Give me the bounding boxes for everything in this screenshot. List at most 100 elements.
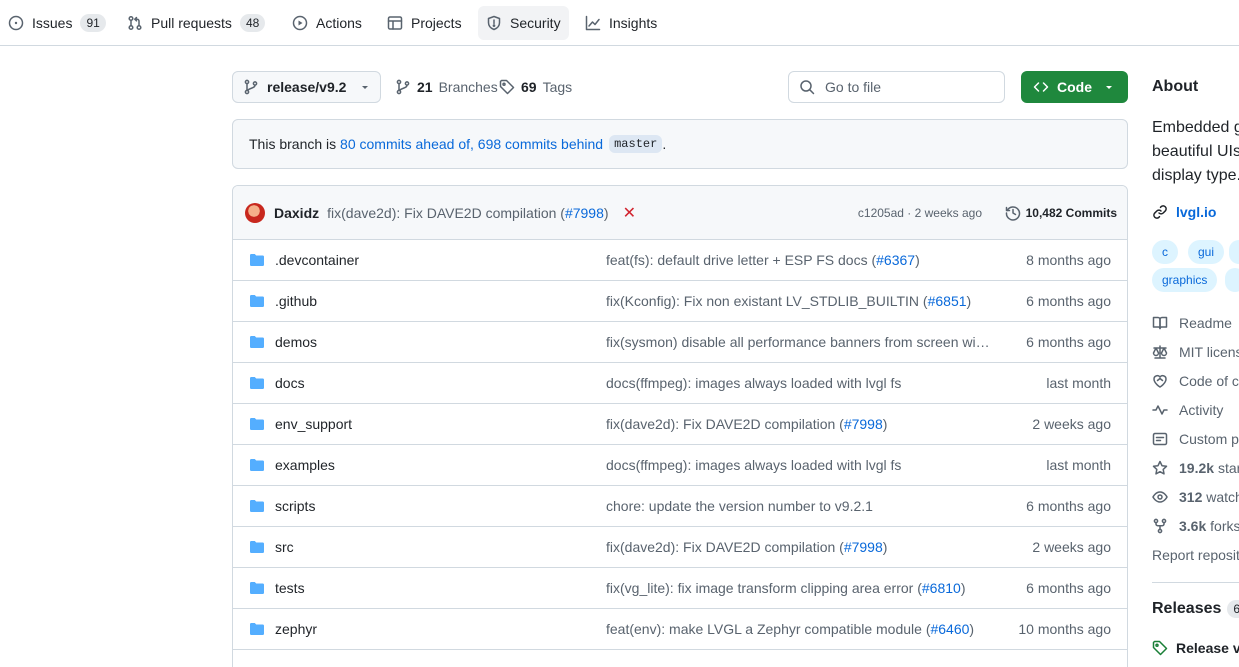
forks-link[interactable]: 3.6k forks (1152, 518, 1239, 534)
file-commit-message[interactable]: fix(Kconfig): Fix non existant LV_STDLIB… (606, 293, 991, 309)
issues-counter: 91 (80, 14, 106, 32)
git-branch-icon (396, 79, 410, 95)
file-commit-time: last month (1046, 457, 1111, 473)
tab-actions[interactable]: Actions (284, 6, 370, 40)
code-of-conduct-link[interactable]: Code of c (1152, 373, 1239, 389)
tab-insights[interactable]: Insights (577, 6, 665, 40)
file-commit-message[interactable]: fix(dave2d): Fix DAVE2D compilation (#79… (606, 416, 991, 432)
file-commit-time: 6 months ago (1026, 580, 1111, 596)
tab-pull-requests[interactable]: Pull requests 48 (119, 6, 273, 40)
file-name-link[interactable]: examples (275, 457, 335, 473)
commits-ahead-link[interactable]: 80 commits ahead of, (340, 136, 474, 152)
file-commit-message[interactable]: fix(dave2d): Fix DAVE2D compilation (#79… (606, 539, 991, 555)
star-icon (1152, 460, 1168, 475)
tab-projects[interactable]: Projects (379, 6, 470, 40)
link-icon (1153, 205, 1167, 219)
file-name-link[interactable]: demos (275, 334, 317, 350)
check-failed-icon[interactable]: ✕ (623, 203, 636, 223)
file-commit-message[interactable]: docs(ffmpeg): images always loaded with … (606, 375, 991, 391)
file-commit-message[interactable]: docs(ffmpeg): images always loaded with … (606, 457, 991, 473)
file-name-link[interactable]: env_support (275, 416, 352, 432)
file-row[interactable]: .devcontainer feat(fs): default drive let… (233, 240, 1127, 281)
file-row[interactable]: tests fix(vg_lite): fix image transform c… (233, 568, 1127, 609)
pulse-icon (1152, 405, 1168, 415)
file-commit-message[interactable]: fix(vg_lite): fix image transform clippi… (606, 580, 991, 596)
file-commit-ref[interactable]: #6810 (922, 580, 961, 596)
triangle-down-icon (1106, 86, 1112, 89)
homepage-link[interactable]: lvgl.io (1152, 204, 1216, 220)
commit-message-ref[interactable]: #7998 (565, 205, 604, 221)
stars-link[interactable]: 19.2k stars (1152, 460, 1239, 476)
file-commit-time: 6 months ago (1026, 334, 1111, 350)
file-row[interactable]: env_support fix(dave2d): Fix DAVE2D compi… (233, 404, 1127, 445)
license-link[interactable]: MIT licens (1152, 344, 1239, 360)
graph-icon (585, 15, 601, 31)
file-commit-message[interactable]: fix(sysmon) disable all performance bann… (606, 334, 991, 350)
file-commit-time: 2 weeks ago (1032, 539, 1111, 555)
activity-link[interactable]: Activity (1152, 402, 1223, 418)
file-commit-time: 6 months ago (1026, 293, 1111, 309)
file-name-link[interactable]: tests (275, 580, 305, 596)
go-to-file-input[interactable] (825, 79, 985, 95)
file-row[interactable]: zephyr feat(env): make LVGL a Zephyr comp… (233, 609, 1127, 650)
commits-history-link[interactable]: 10,482 Commits (1005, 205, 1117, 221)
topic-tag-partial[interactable] (1229, 240, 1239, 264)
file-commit-ref[interactable]: #7998 (844, 539, 883, 555)
branches-link[interactable]: 21 Branches (395, 71, 498, 103)
file-commit-ref[interactable]: #6851 (928, 293, 967, 309)
file-row[interactable]: examples docs(ffmpeg): images always load… (233, 445, 1127, 486)
file-name-link[interactable]: docs (275, 375, 305, 391)
file-commit-message[interactable]: feat(fs): default drive letter + ESP FS … (606, 252, 991, 268)
commit-author[interactable]: Daxidz (274, 205, 319, 221)
readme-link[interactable]: Readme (1152, 315, 1232, 331)
file-name-link[interactable]: .github (275, 293, 317, 309)
tags-count: 69 (521, 79, 537, 95)
commit-hash-time[interactable]: c1205ad · 2 weeks ago (858, 206, 982, 220)
topic-tag[interactable]: gui (1188, 240, 1225, 264)
commits-behind-link[interactable]: 698 commits behind (478, 136, 603, 152)
commit-message[interactable]: fix(dave2d): Fix DAVE2D compilation (#79… (327, 205, 608, 221)
commit-message-pre: fix(dave2d): Fix DAVE2D compilation ( (327, 204, 565, 221)
file-row[interactable]: scripts chore: update the version number … (233, 486, 1127, 527)
watchers-link[interactable]: 312 watch (1152, 489, 1239, 505)
report-repository-link[interactable]: Report reposit (1152, 547, 1239, 563)
tab-insights-label: Insights (609, 15, 658, 31)
tab-security[interactable]: Security (478, 6, 569, 40)
file-row[interactable]: docs docs(ffmpeg): images always loaded w… (233, 363, 1127, 404)
go-to-file-box[interactable] (788, 71, 1005, 103)
custom-properties-link[interactable]: Custom p (1152, 431, 1239, 447)
file-row[interactable]: .github fix(Kconfig): Fix non existant LV… (233, 281, 1127, 322)
file-commit-pre: fix(vg_lite): fix image transform clippi… (606, 580, 922, 596)
git-pull-request-icon (128, 15, 142, 31)
code-button[interactable]: Code (1021, 71, 1128, 103)
folder-icon (250, 459, 264, 471)
file-commit-pre: feat(fs): default drive letter + ESP FS … (606, 252, 877, 268)
file-row[interactable]: src fix(dave2d): Fix DAVE2D compilation (… (233, 527, 1127, 568)
releases-heading[interactable]: Releases 66 (1152, 600, 1239, 618)
file-row[interactable]: demos fix(sysmon) disable all performance… (233, 322, 1127, 363)
file-commit-ref[interactable]: #6460 (930, 621, 969, 637)
file-commit-time: 6 months ago (1026, 498, 1111, 514)
file-name-link[interactable]: .devcontainer (275, 252, 359, 268)
file-commit-ref[interactable]: #6367 (876, 252, 915, 268)
folder-icon-wrap (249, 416, 265, 432)
about-sidebar: About Embedded g beautiful UIs display t… (1152, 70, 1239, 656)
homepage-link-label: lvgl.io (1176, 204, 1217, 220)
tab-issues[interactable]: Issues 91 (0, 6, 114, 40)
topic-tag[interactable]: graphics (1152, 268, 1218, 292)
branch-selector-button[interactable]: release/v9.2 (232, 71, 381, 103)
latest-release-link[interactable]: Release v9 (1152, 640, 1239, 656)
file-commit-message[interactable]: feat(env): make LVGL a Zephyr compatible… (606, 621, 991, 637)
file-name-link[interactable]: zephyr (275, 621, 317, 637)
avatar[interactable] (245, 202, 265, 223)
about-description: Embedded g beautiful UIs display type. (1152, 116, 1239, 188)
file-name-link[interactable]: scripts (275, 498, 315, 514)
topic-tag-partial[interactable] (1225, 268, 1239, 292)
file-name-link[interactable]: src (275, 539, 294, 555)
file-commit-ref[interactable]: #7998 (844, 416, 883, 432)
file-commit-message[interactable]: chore: update the version number to v9.2… (606, 498, 991, 514)
code-of-conduct-icon (1153, 374, 1167, 388)
topic-tag[interactable]: c (1152, 240, 1178, 264)
tags-link[interactable]: 69 Tags (499, 71, 572, 103)
file-commit-time: 10 months ago (1018, 621, 1111, 637)
